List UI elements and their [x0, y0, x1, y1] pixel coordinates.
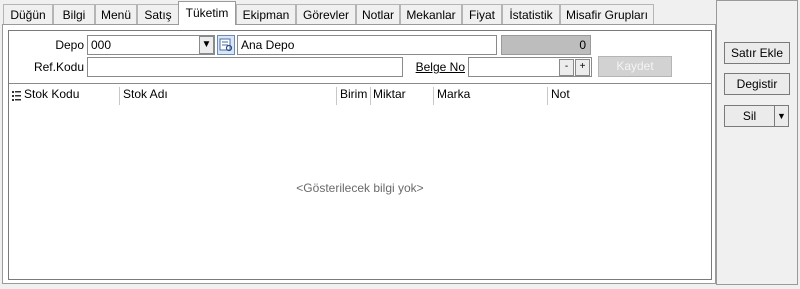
column-header-not[interactable]: Not: [551, 87, 570, 101]
depo-combo[interactable]: 000: [87, 35, 215, 55]
tab-label: Fiyat: [468, 8, 495, 22]
refkodu-label: Ref.Kodu: [33, 60, 84, 74]
action-panel: Satır Ekle Degistir Sil ▼: [716, 0, 798, 285]
sil-button[interactable]: Sil: [724, 105, 775, 127]
tab-gorevler[interactable]: Görevler: [296, 4, 356, 24]
satir-ekle-button[interactable]: Satır Ekle: [724, 42, 790, 64]
chevron-down-icon: ▼: [777, 111, 786, 121]
tab-label: Notlar: [361, 8, 394, 22]
depo-name-value: Ana Depo: [241, 38, 295, 52]
belgeno-minus-button[interactable]: -: [559, 59, 574, 76]
column-chooser-icon[interactable]: [12, 90, 21, 102]
column-header-stok-adi[interactable]: Stok Adı: [123, 87, 168, 101]
tab-ekipman[interactable]: Ekipman: [236, 4, 296, 24]
tab-mekanlar[interactable]: Mekanlar: [400, 4, 462, 24]
column-separator: [370, 87, 371, 105]
chevron-down-icon: ▼: [201, 39, 212, 50]
tab-satis[interactable]: Satış: [137, 4, 179, 24]
grid-empty-message: <Gösterilecek bilgi yok>: [296, 181, 424, 195]
tab-misafir-gruplari[interactable]: Misafir Grupları: [560, 4, 654, 24]
column-separator: [433, 87, 434, 105]
tab-label: İstatistik: [509, 8, 553, 22]
minus-icon: -: [564, 61, 569, 72]
search-list-icon: [219, 38, 233, 52]
kaydet-label: Kaydet: [616, 59, 654, 73]
belgeno-label: Belge No: [407, 60, 465, 74]
refkodu-input[interactable]: [87, 57, 403, 77]
degistir-button[interactable]: Degistir: [724, 73, 790, 95]
column-separator: [336, 87, 337, 105]
consumption-panel: Depo 000 ▼ Ana Depo 0 Ref.Kodu Belge No: [8, 30, 712, 280]
depo-lookup-button[interactable]: [217, 35, 235, 55]
depo-count-field: 0: [501, 35, 591, 55]
column-separator: [119, 87, 120, 105]
belgeno-plus-button[interactable]: +: [575, 59, 590, 76]
column-header-miktar[interactable]: Miktar: [373, 87, 406, 101]
tab-label: Düğün: [10, 8, 46, 22]
sil-label: Sil: [742, 109, 757, 123]
form-grid-divider: [9, 83, 711, 84]
belgeno-label-text: Belge No: [415, 60, 465, 74]
tab-tuketim[interactable]: Tüketim: [178, 1, 236, 25]
depo-count-value: 0: [579, 38, 586, 52]
sil-dropdown-button[interactable]: ▼: [774, 105, 789, 127]
tab-label: Satış: [144, 8, 172, 22]
list-icon: [12, 91, 21, 101]
degistir-label: Degistir: [736, 77, 778, 91]
tab-label: Görevler: [302, 8, 349, 22]
tab-label: Menü: [100, 8, 132, 22]
tab-label: Tüketim: [185, 6, 229, 20]
depo-label: Depo: [55, 38, 84, 52]
tab-label: Ekipman: [242, 8, 290, 22]
tab-menu[interactable]: Menü: [95, 4, 137, 24]
tab-notlar[interactable]: Notlar: [356, 4, 400, 24]
tab-label: Misafir Grupları: [565, 8, 648, 22]
plus-icon: +: [579, 61, 586, 72]
depo-name-field[interactable]: Ana Depo: [237, 35, 497, 55]
tab-dugun[interactable]: Düğün: [3, 4, 53, 24]
column-header-marka[interactable]: Marka: [437, 87, 470, 101]
depo-dropdown-button[interactable]: ▼: [199, 36, 214, 54]
tab-label: Mekanlar: [406, 8, 456, 22]
tab-label: Bilgi: [62, 8, 86, 22]
satir-ekle-label: Satır Ekle: [730, 46, 784, 60]
tab-fiyat[interactable]: Fiyat: [462, 4, 502, 24]
column-header-birim[interactable]: Birim: [340, 87, 367, 101]
tab-bilgi[interactable]: Bilgi: [53, 4, 95, 24]
kaydet-button[interactable]: Kaydet: [598, 56, 672, 77]
column-header-stok-kodu[interactable]: Stok Kodu: [24, 87, 79, 101]
column-separator: [547, 87, 548, 105]
depo-value: 000: [91, 38, 112, 52]
tab-panel: Depo 000 ▼ Ana Depo 0 Ref.Kodu Belge No: [2, 24, 716, 284]
tab-istatistik[interactable]: İstatistik: [502, 4, 560, 24]
